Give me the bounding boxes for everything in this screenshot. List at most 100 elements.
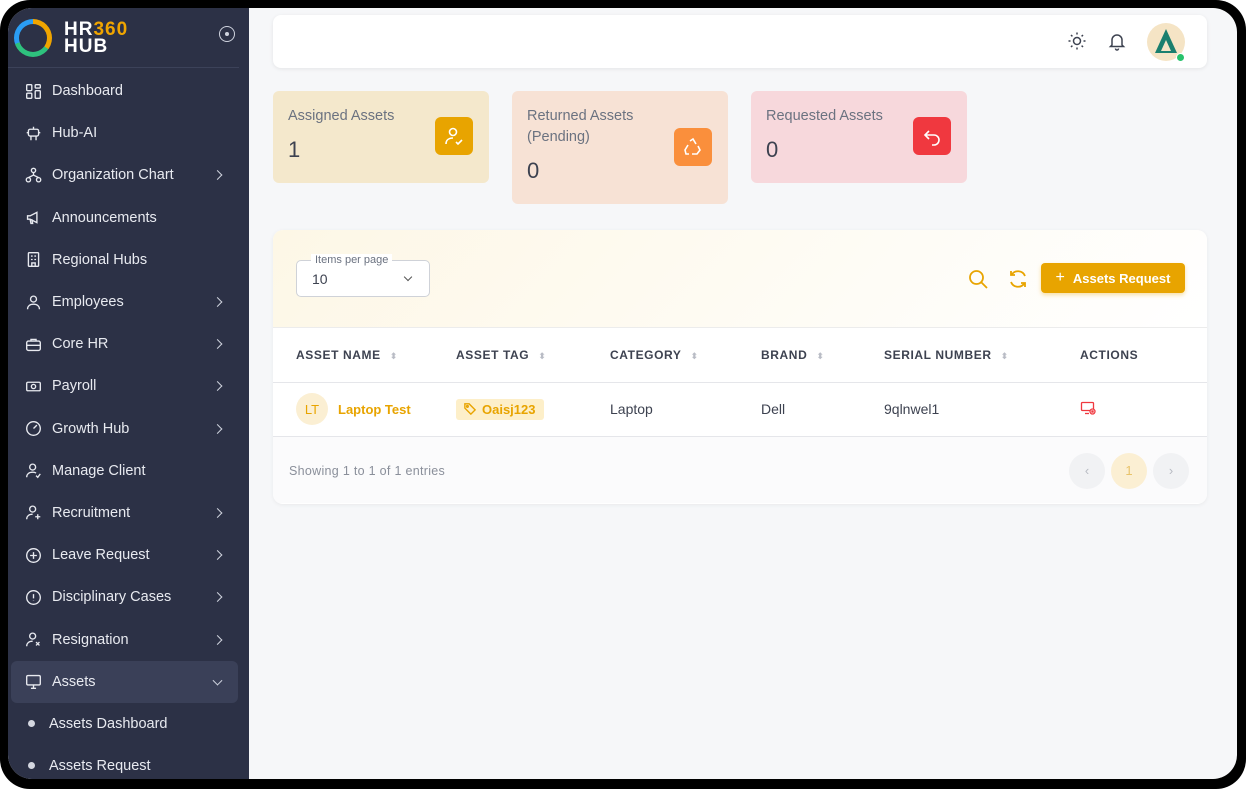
column-header-label: CATEGORY <box>610 347 682 362</box>
column-header-label: ASSET NAME <box>296 347 381 362</box>
return-asset-icon[interactable] <box>1080 400 1096 416</box>
sidebar-item-label: Manage Client <box>52 462 146 479</box>
device-frame: HR360 HUB Dashboard Hub-AI Organization … <box>0 0 1246 789</box>
cell-category: Laptop <box>610 382 761 437</box>
sidebar-item-manage-client[interactable]: Manage Client <box>8 450 249 492</box>
chevron-right-icon <box>212 297 223 307</box>
sidebar-item-dashboard[interactable]: Dashboard <box>8 70 249 112</box>
sidebar-toggle-icon[interactable] <box>219 26 235 42</box>
chevron-right-icon <box>212 550 223 561</box>
pagination-next-button[interactable]: › <box>1153 452 1189 489</box>
sidebar-item-organization-chart[interactable]: Organization Chart <box>8 154 249 196</box>
bullet-icon <box>28 762 35 770</box>
user-check-icon <box>24 462 42 480</box>
sort-icon: ⬍ <box>389 350 398 361</box>
column-header-serial-number[interactable]: SERIAL NUMBER ⬍ <box>884 328 1080 383</box>
column-header-label: ASSET TAG <box>456 347 530 362</box>
table-footer: Showing 1 to 1 of 1 entries ‹ 1 › <box>273 436 1207 503</box>
undo-icon <box>913 117 951 155</box>
asset-tag-badge: Oaisj123 <box>456 398 544 420</box>
showing-entries-text: Showing 1 to 1 of 1 entries <box>289 463 446 478</box>
sidebar-subitem-assets-dashboard[interactable]: Assets Dashboard <box>8 703 249 745</box>
logo-ring-icon <box>14 18 52 57</box>
user-x-icon <box>24 631 42 649</box>
sidebar-subitem-assets-request[interactable]: Assets Request <box>8 745 249 779</box>
sidebar-item-label: Resignation <box>52 631 129 648</box>
brand-logo[interactable]: HR360 HUB <box>8 8 239 68</box>
column-header-asset-tag[interactable]: ASSET TAG ⬍ <box>456 328 610 383</box>
cell-asset-tag: Oaisj123 <box>456 382 610 437</box>
sidebar-item-label: Organization Chart <box>52 167 174 184</box>
chevron-right-icon <box>212 508 223 518</box>
cell-actions <box>1080 382 1207 437</box>
avatar-logo-inner <box>1161 40 1171 51</box>
sidebar-item-label: Hub-AI <box>52 125 98 142</box>
stat-card-returned: Returned Assets (Pending) 0 <box>512 91 728 204</box>
column-header-brand[interactable]: BRAND ⬍ <box>761 328 884 383</box>
monitor-icon <box>24 673 42 691</box>
user-plus-icon <box>24 504 42 522</box>
assets-table-card: Items per page 10 + Assets Request ASSET… <box>273 230 1207 504</box>
items-per-page-select[interactable]: Items per page 10 <box>296 254 430 297</box>
assets-request-label: Assets Request <box>1072 270 1171 286</box>
sidebar-item-hub-ai[interactable]: Hub-AI <box>8 112 249 154</box>
stat-card-requested: Requested Assets 0 <box>751 91 967 183</box>
sidebar-item-leave-request[interactable]: Leave Request <box>8 534 249 576</box>
online-status-dot <box>1176 53 1185 62</box>
table-header-row: ASSET NAME ⬍ ASSET TAG ⬍ CATEGORY ⬍ BRAND ⬍ … <box>273 328 1207 383</box>
sidebar-item-payroll[interactable]: Payroll <box>8 365 249 407</box>
column-header-category[interactable]: CATEGORY ⬍ <box>610 328 761 383</box>
sidebar-item-employees[interactable]: Employees <box>8 281 249 323</box>
sidebar-item-recruitment[interactable]: Recruitment <box>8 492 249 534</box>
sidebar-subitem-label: Assets Dashboard <box>49 715 168 732</box>
org-chart-icon <box>24 166 42 184</box>
sidebar-item-regional-hubs[interactable]: Regional Hubs <box>8 239 249 281</box>
bell-icon[interactable] <box>1107 31 1127 51</box>
sun-icon[interactable] <box>1067 31 1087 51</box>
sidebar: HR360 HUB Dashboard Hub-AI Organization … <box>8 8 249 779</box>
sidebar-item-label: Announcements <box>52 209 157 226</box>
robot-icon <box>24 124 42 142</box>
sidebar-item-announcements[interactable]: Announcements <box>8 197 249 239</box>
search-icon[interactable] <box>967 268 989 290</box>
asset-initials-avatar: LT <box>296 393 328 425</box>
sidebar-nav: Dashboard Hub-AI Organization Chart Anno… <box>8 68 249 779</box>
sidebar-item-disciplinary-cases[interactable]: Disciplinary Cases <box>8 576 249 618</box>
tag-icon <box>464 403 476 415</box>
asset-name-link[interactable]: Laptop Test <box>338 402 411 417</box>
table-toolbar: Items per page 10 + Assets Request <box>273 230 1207 328</box>
chevron-right-icon <box>212 170 223 181</box>
pagination-prev-button[interactable]: ‹ <box>1069 452 1105 489</box>
chevron-down-icon <box>403 272 413 282</box>
sidebar-item-label: Payroll <box>52 378 97 395</box>
grid-icon <box>24 82 42 100</box>
assets-request-button[interactable]: + Assets Request <box>1041 263 1185 293</box>
sidebar-item-label: Leave Request <box>52 547 150 564</box>
column-header-actions: ACTIONS <box>1080 328 1207 383</box>
chevron-right-icon <box>212 423 223 434</box>
user-check-icon <box>435 117 473 155</box>
sidebar-item-growth-hub[interactable]: Growth Hub <box>8 408 249 450</box>
column-header-asset-name[interactable]: ASSET NAME ⬍ <box>273 328 456 383</box>
plus-circle-icon <box>24 546 42 564</box>
main-content: Assigned Assets 1 Returned Assets (Pendi… <box>249 8 1237 779</box>
sidebar-item-assets[interactable]: Assets <box>11 660 238 703</box>
gauge-icon <box>24 420 42 438</box>
sidebar-item-core-hr[interactable]: Core HR <box>8 323 249 365</box>
column-header-label: BRAND <box>761 347 808 362</box>
sidebar-item-label: Dashboard <box>52 83 123 100</box>
cell-asset-name: LT Laptop Test <box>273 382 456 437</box>
alert-circle-icon <box>24 588 42 606</box>
megaphone-icon <box>24 209 42 227</box>
asset-tag-text: Oaisj123 <box>482 401 536 417</box>
sidebar-item-label: Recruitment <box>52 504 131 521</box>
assets-table: ASSET NAME ⬍ ASSET TAG ⬍ CATEGORY ⬍ BRAND ⬍ … <box>273 328 1207 437</box>
sort-icon: ⬍ <box>816 350 825 361</box>
pagination-page-button[interactable]: 1 <box>1111 452 1147 489</box>
chevron-right-icon <box>212 634 223 645</box>
recycle-icon <box>674 128 712 166</box>
refresh-icon[interactable] <box>1007 268 1029 290</box>
sidebar-item-resignation[interactable]: Resignation <box>8 618 249 660</box>
brand-text: HR360 HUB <box>64 20 128 56</box>
bullet-icon <box>28 720 35 728</box>
